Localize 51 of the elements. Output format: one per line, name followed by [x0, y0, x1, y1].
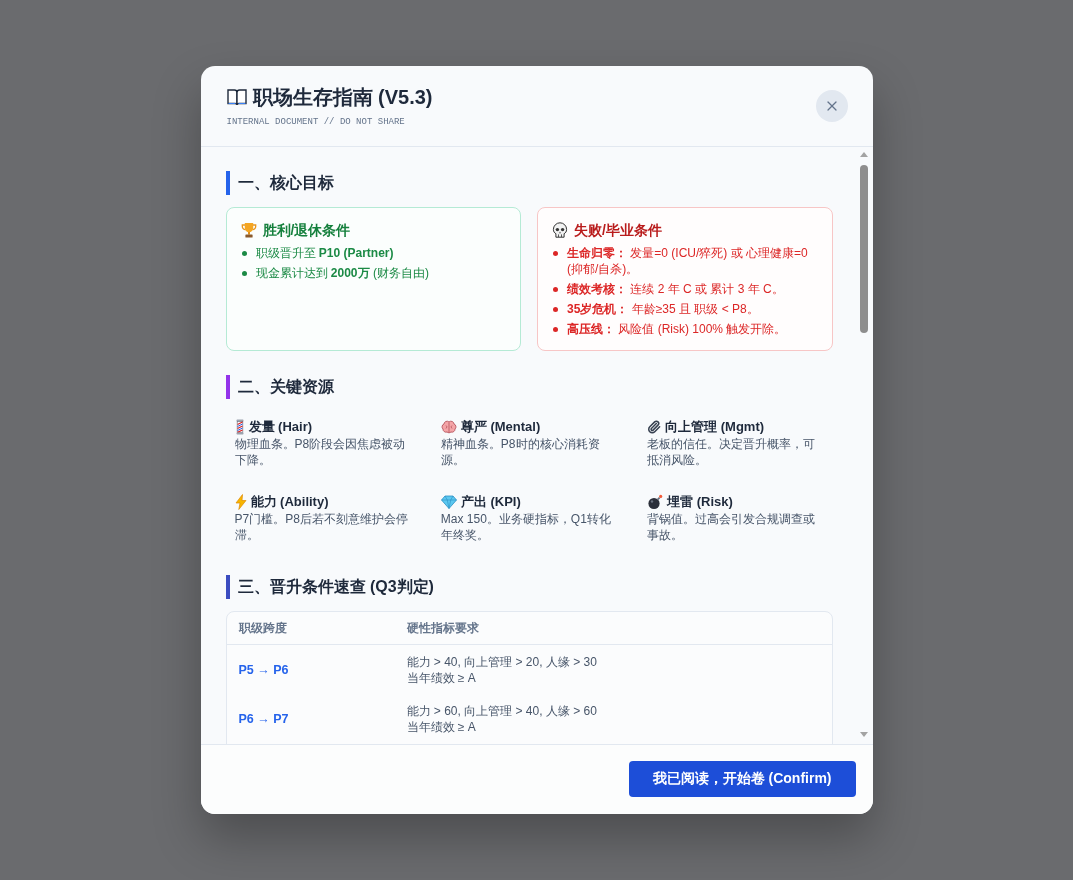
brain-icon — [440, 420, 457, 434]
bullet-icon — [553, 250, 558, 256]
list-item-text: 生命归零： 发量=0 (ICU/猝死) 或 心理健康=0 (抑郁/自杀)。 — [567, 245, 809, 277]
confirm-button[interactable]: 我已阅读，开始卷 (Confirm) — [628, 761, 856, 797]
list-item-text: 35岁危机： 年龄≥35 且 职级 < P8。 — [567, 301, 759, 317]
barber-pole-icon — [234, 419, 245, 435]
bullet-icon — [553, 326, 558, 332]
scroll-up-arrow-icon[interactable] — [860, 152, 868, 157]
card-title: 胜利/退休条件 — [262, 221, 351, 239]
table-cell: 能力 > 40, 向上管理 > 20, 人缘 > 30 当年绩效 ≥ A — [394, 644, 832, 694]
bullet-icon — [241, 270, 247, 276]
table-cell-text: 能力 > 60, 向上管理 > 40, 人缘 > 60 当年绩效 ≥ A — [405, 702, 598, 736]
card-title: 失败/毕业条件 — [574, 221, 662, 239]
resource-title: 尊严 (Mental) — [460, 419, 541, 435]
resource-description: P7门槛。P8后若不刻意维护会停滞。 — [234, 511, 409, 543]
trophy-icon — [240, 222, 257, 238]
gem-icon — [440, 495, 457, 509]
resource-title: 向上管理 (Mgmt) — [665, 419, 765, 435]
resource-description: 背锅值。过高会引发合规调查或事故。 — [647, 511, 817, 543]
scroll-down-arrow-icon[interactable] — [860, 732, 868, 737]
dialog-subtitle: INTERNAL DOCUMENT // DO NOT SHARE — [226, 116, 406, 128]
bullet-icon — [553, 286, 558, 292]
resource-title: 埋雷 (Risk) — [667, 494, 733, 510]
table-cell: P5 → P6 — [226, 644, 395, 694]
resource-title: 产出 (KPI) — [460, 494, 521, 510]
resource-description: Max 150。业务硬指标，Q1转化年终奖。 — [440, 511, 612, 543]
section-heading: 一、核心目标 — [237, 173, 334, 193]
resource-description: 精神血条。P8时的核心消耗资源。 — [440, 436, 601, 468]
lightning-icon — [234, 494, 247, 510]
column-header: 硬性指标要求 — [394, 612, 832, 645]
list-item-text: 职级晋升至 P10 (Partner) — [255, 245, 394, 261]
resource-title: 能力 (Ability) — [250, 494, 329, 510]
list-item-text: 高压线： 风险值 (Risk) 100% 触发开除。 — [567, 321, 787, 337]
table-cell-text: P6 → P7 — [237, 710, 290, 728]
resource-description: 老板的信任。决定晋升概率，可抵消风险。 — [647, 436, 817, 468]
list-item-text: 绩效考核： 连续 2 年 C 或 累计 3 年 C。 — [567, 281, 784, 297]
paperclip-icon — [647, 420, 662, 434]
resource-description: 物理血条。P8阶段会因焦虑被动下降。 — [234, 436, 407, 468]
dialog-title: 职场生存指南 (V5.3) — [252, 85, 433, 110]
section-heading: 二、关键资源 — [237, 377, 334, 397]
close-button[interactable] — [815, 89, 848, 122]
scrollbar-thumb[interactable] — [860, 165, 868, 333]
bullet-icon — [553, 306, 558, 312]
skull-icon — [552, 222, 568, 238]
section-heading: 三、晋升条件速查 (Q3判定) — [237, 577, 434, 597]
list-item-text: 现金累计达到 2000万 (财务自由) — [255, 265, 429, 281]
bullet-icon — [241, 250, 247, 256]
column-header: 职级跨度 — [226, 612, 395, 645]
bomb-icon — [647, 494, 664, 510]
resource-title: 发量 (Hair) — [248, 419, 313, 435]
open-book-icon — [226, 88, 247, 106]
